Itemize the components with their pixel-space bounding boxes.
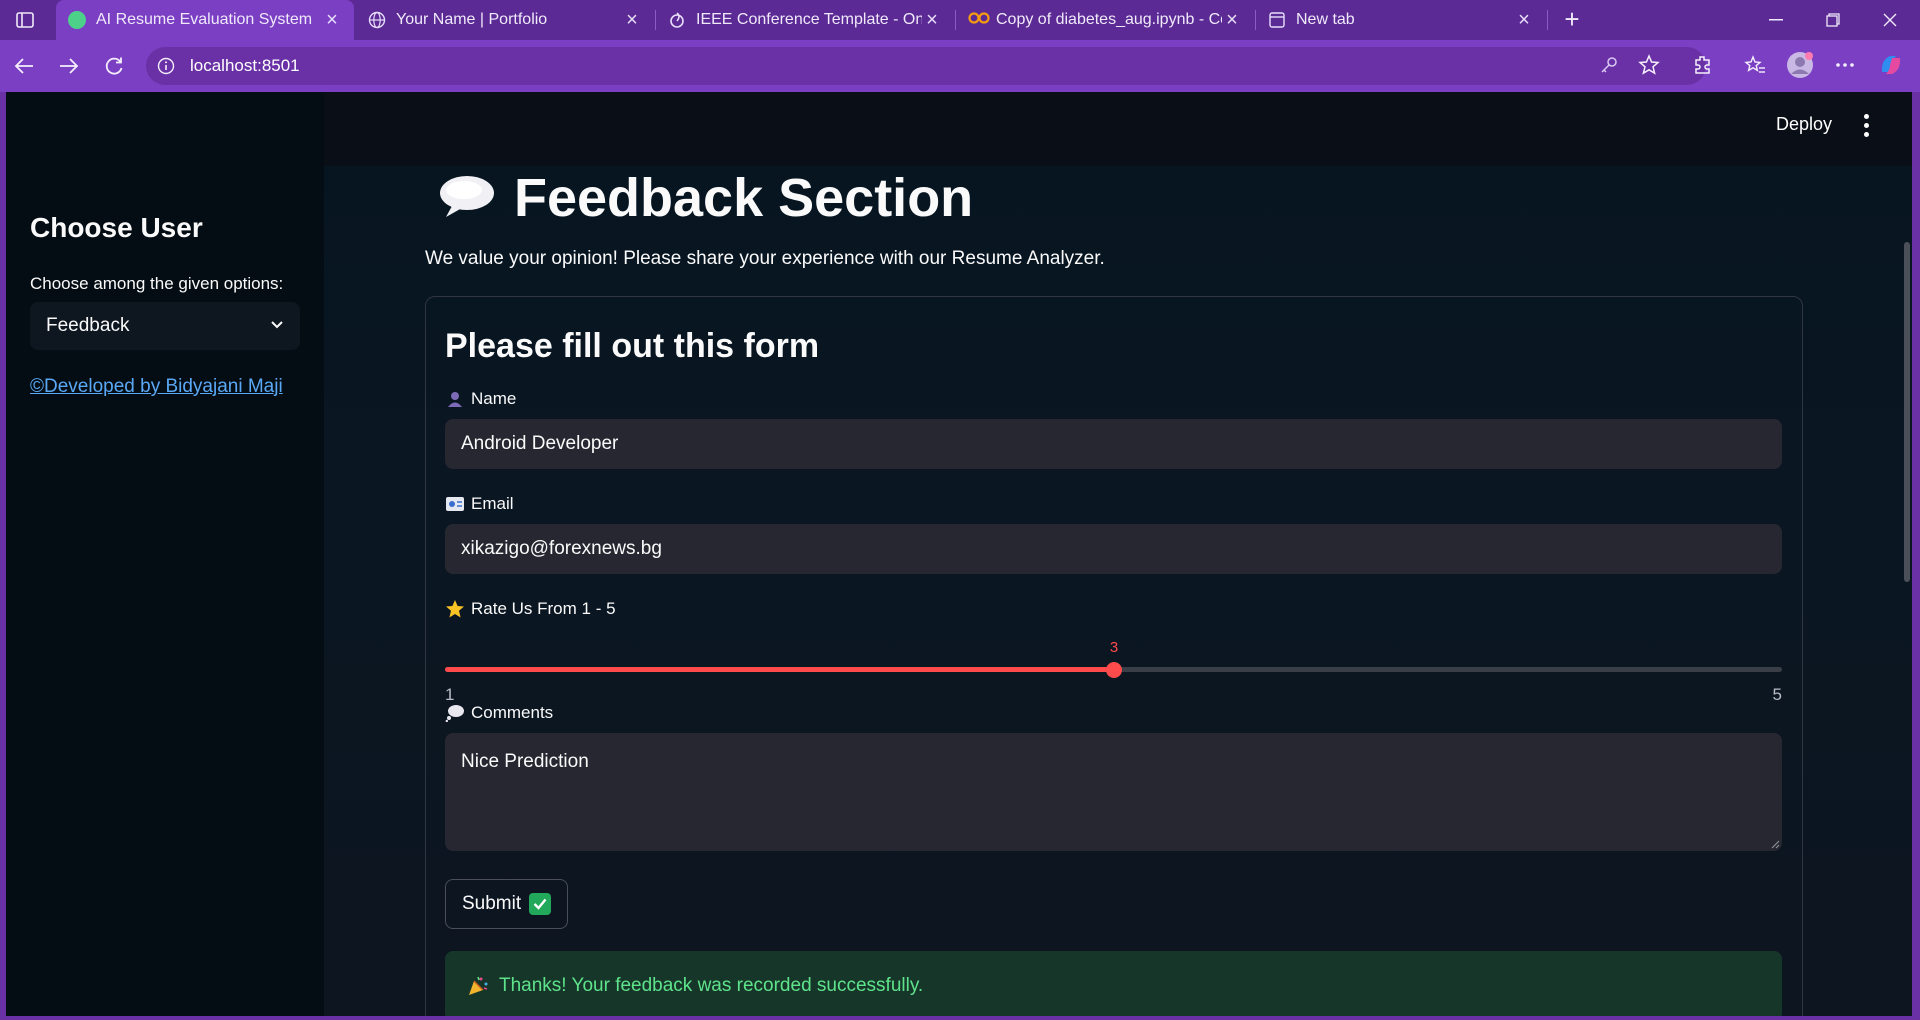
tab-title: IEEE Conference Template - Online (696, 11, 922, 28)
favorites-list-icon[interactable] (1740, 50, 1770, 80)
email-field[interactable]: xikazigo@forexnews.bg (445, 524, 1782, 574)
app-viewport: Choose User Choose among the given optio… (6, 92, 1912, 1016)
email-label-text: Email (471, 494, 514, 513)
form-heading: Please fill out this form (445, 327, 820, 365)
tab-title: Your Name | Portfolio (396, 11, 548, 28)
page-title-text: Feedback Section (514, 168, 974, 228)
submit-button[interactable]: Submit (445, 879, 569, 929)
close-tab-icon[interactable]: × (322, 10, 342, 30)
back-arrow-icon[interactable] (8, 50, 40, 82)
browser-tab-1[interactable]: Your Name | Portfolio × (356, 0, 654, 40)
tab-title: New tab (1296, 11, 1355, 28)
slider-max: 5 (1772, 685, 1782, 704)
comments-value: Nice Prediction (461, 751, 589, 772)
restore-icon[interactable] (1813, 6, 1853, 34)
app-header: Deploy (324, 92, 1912, 166)
name-label-text: Name (471, 389, 517, 408)
newtab-icon (1268, 11, 1286, 29)
speech-balloon-icon (438, 173, 496, 224)
name-label: Name (445, 389, 516, 409)
comments-textarea[interactable]: Nice Prediction (445, 733, 1782, 851)
feedback-form: Please fill out this form Name Android D… (425, 296, 1803, 1016)
favorite-star-icon[interactable] (1634, 50, 1664, 80)
browser-tab-0[interactable]: AI Resume Evaluation System × (56, 0, 354, 40)
colab-icon (968, 11, 990, 29)
resize-handle-icon[interactable] (1770, 839, 1780, 849)
email-input-value: xikazigo@forexnews.bg (461, 538, 662, 559)
page-title: Feedback Section (438, 158, 973, 238)
slider-fill (445, 667, 1114, 672)
close-window-icon[interactable] (1870, 6, 1910, 34)
tab-separator (1547, 10, 1548, 30)
browser-tab-bar: AI Resume Evaluation System × Your Name … (0, 0, 1920, 40)
submit-label: Submit (462, 893, 522, 914)
site-info-icon[interactable] (156, 56, 176, 76)
tab-actions-icon[interactable] (12, 8, 38, 32)
name-input[interactable]: Android Developer (445, 419, 1782, 469)
comments-label: Comments (445, 703, 553, 723)
user-select[interactable]: Feedback (30, 302, 300, 350)
name-input-value: Android Developer (461, 433, 619, 454)
tab-title: AI Resume Evaluation System (96, 11, 313, 28)
email-label: Email (445, 494, 514, 514)
page-scrollbar[interactable] (1904, 242, 1910, 582)
streamlit-favicon-icon (68, 11, 86, 29)
sidebar-title: Choose User (30, 212, 203, 243)
close-tab-icon[interactable]: × (1514, 10, 1534, 30)
email-card-icon (445, 494, 465, 514)
rating-label: Rate Us From 1 - 5 (445, 599, 616, 619)
rating-slider[interactable]: 3 1 5 (445, 637, 1782, 704)
chevron-down-icon (270, 317, 284, 335)
forward-arrow-icon[interactable] (53, 50, 85, 82)
person-icon (445, 389, 465, 409)
party-popper-icon (467, 975, 489, 997)
more-options-icon[interactable] (1830, 50, 1860, 80)
url-text: localhost:8501 (190, 56, 300, 75)
check-mark-icon (529, 893, 552, 915)
browser-tab-3[interactable]: Copy of diabetes_aug.ipynb - Colab × (956, 0, 1254, 40)
close-tab-icon[interactable]: × (622, 10, 642, 30)
star-icon (445, 599, 465, 619)
copilot-icon[interactable] (1876, 50, 1906, 80)
page-subtitle: We value your opinion! Please share your… (425, 248, 1105, 269)
select-label: Choose among the given options: (30, 274, 284, 293)
extensions-icon[interactable] (1688, 50, 1718, 80)
key-icon[interactable] (1594, 50, 1624, 80)
main-menu-icon[interactable] (1854, 110, 1878, 140)
comments-label-text: Comments (471, 703, 554, 722)
tab-title: Copy of diabetes_aug.ipynb - Colab (996, 11, 1222, 28)
developer-credit-link[interactable]: ©Developed by Bidyajani Maji (30, 376, 283, 398)
rating-label-text: Rate Us From 1 - 5 (471, 599, 616, 618)
slider-thumb[interactable] (1106, 662, 1122, 678)
slider-value: 3 (1109, 639, 1119, 656)
success-message: Thanks! Your feedback was recorded succe… (499, 975, 924, 996)
globe-icon (368, 11, 386, 29)
browser-tab-4[interactable]: New tab × (1256, 0, 1546, 40)
address-bar[interactable]: localhost:8501 (146, 47, 1706, 85)
new-tab-icon[interactable]: + (1558, 6, 1586, 34)
user-select-value: Feedback (46, 315, 130, 336)
close-tab-icon[interactable]: × (1222, 10, 1242, 30)
minimize-icon[interactable] (1756, 6, 1796, 34)
success-alert: Thanks! Your feedback was recorded succe… (445, 951, 1782, 1016)
refresh-icon[interactable] (98, 50, 130, 82)
slider-min: 1 (445, 685, 455, 704)
browser-toolbar: localhost:8501 (0, 40, 1920, 92)
deploy-button[interactable]: Deploy (1776, 114, 1832, 135)
close-tab-icon[interactable]: × (922, 10, 942, 30)
browser-tab-2[interactable]: IEEE Conference Template - Online × (656, 0, 954, 40)
overleaf-icon (668, 11, 686, 29)
profile-avatar-icon[interactable] (1785, 50, 1815, 80)
sidebar: Choose User Choose among the given optio… (6, 92, 324, 1016)
thought-balloon-icon (445, 703, 465, 723)
